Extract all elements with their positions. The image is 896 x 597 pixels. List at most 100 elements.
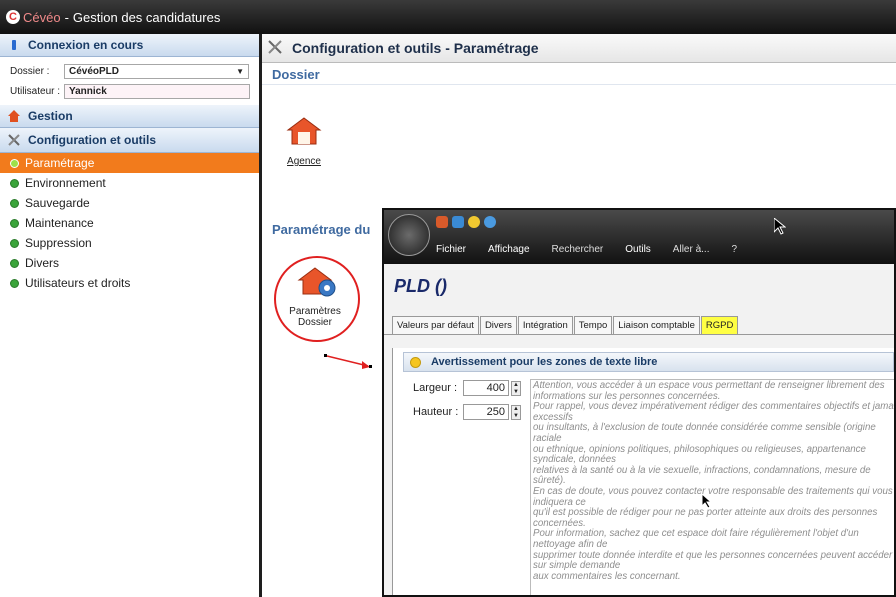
dossier-section-title: Dossier — [262, 63, 896, 85]
app-name: Cévéo — [23, 9, 61, 25]
pld-title: PLD () — [394, 276, 447, 296]
sidebar-item-1[interactable]: Environnement — [0, 173, 259, 193]
bullet-icon — [10, 258, 19, 268]
sidebar-item-5[interactable]: Divers — [0, 253, 259, 273]
connexion-header-label: Connexion en cours — [28, 38, 144, 52]
text-line: Pour rappel, vous devez impérativement r… — [533, 401, 896, 413]
warning-header-label: Avertissement pour les zones de texte li… — [431, 356, 658, 368]
utilisateur-label: Utilisateur : — [10, 85, 61, 97]
bullet-icon — [10, 238, 19, 248]
tab-3[interactable]: Tempo — [573, 316, 613, 334]
agence-label: Agence — [287, 156, 321, 167]
hauteur-input[interactable]: 250 — [463, 404, 509, 420]
sidebar: Connexion en cours Dossier : CévéoPLD ▼ … — [0, 34, 262, 597]
sidebar-item-2[interactable]: Sauvegarde — [0, 193, 259, 213]
largeur-spinner[interactable]: ▲ ▼ — [511, 380, 521, 396]
popup-body: PLD () Valeurs par défaut Divers Intégrati… — [384, 264, 894, 595]
sidebar-item-label: Suppression — [25, 236, 92, 250]
text-line: ou insultants, à l'exclusion de toute do… — [533, 422, 876, 434]
bullet-icon — [10, 178, 19, 188]
dossier-label: Dossier : — [10, 65, 50, 77]
hauteur-row: Hauteur : 250 ▲ ▼ — [413, 404, 521, 420]
tab-2[interactable]: Intégration — [517, 316, 573, 334]
chevron-down-icon: ▼ — [236, 66, 244, 76]
bullet-icon — [10, 278, 19, 288]
menu-item-1[interactable]: Affichage — [488, 244, 530, 255]
largeur-row: Largeur : 400 ▲ ▼ — [413, 380, 521, 396]
sidebar-item-label: Utilisateurs et droits — [25, 276, 131, 290]
bullet-icon — [10, 218, 19, 228]
param-section-title: Paramétrage du — [272, 222, 371, 237]
text-line: Attention, vous accéder à un espace vous… — [533, 380, 885, 391]
tab-4[interactable]: Liaison comptable — [613, 316, 700, 334]
sidebar-item-0[interactable]: Paramétrage — [0, 153, 259, 173]
text-line: aux commentaires les concernant. — [533, 570, 681, 582]
param-dossier-tile[interactable]: Paramètres Dossier — [282, 266, 348, 328]
config-header[interactable]: Configuration et outils — [0, 128, 259, 153]
menu-item-5[interactable]: ? — [731, 244, 737, 255]
tab-5[interactable]: RGPD — [700, 316, 739, 334]
dossier-row: Dossier : CévéoPLD ▼ — [0, 61, 259, 81]
quick-save-icon[interactable] — [452, 216, 464, 228]
ceveo-logo-icon: C — [6, 10, 20, 24]
app-orb-button[interactable] — [388, 214, 430, 256]
menu-item-0[interactable]: Fichier — [436, 244, 466, 255]
sidebar-item-label: Environnement — [25, 176, 106, 190]
title-separator: - — [64, 9, 69, 25]
tab-bar: Valeurs par défaut Divers Intégration Tempo… — [384, 316, 894, 335]
rgpd-panel: Avertissement pour les zones de texte li… — [392, 348, 894, 595]
quick-home-icon[interactable] — [436, 216, 448, 228]
sidebar-item-label: Divers — [25, 256, 60, 270]
sidebar-item-label: Maintenance — [25, 216, 94, 230]
gestion-header-label: Gestion — [28, 109, 73, 123]
sidebar-item-4[interactable]: Suppression — [0, 233, 259, 253]
largeur-input[interactable]: 400 — [463, 380, 509, 396]
tools-icon — [268, 39, 282, 57]
menu-item-3[interactable]: Outils — [625, 244, 651, 255]
annotation-arrow-icon — [324, 354, 372, 369]
tools-icon — [8, 134, 20, 146]
mouse-cursor-icon — [774, 218, 786, 235]
sidebar-item-3[interactable]: Maintenance — [0, 213, 259, 233]
tab-1[interactable]: Divers — [479, 316, 517, 334]
text-line: qu'il est possible de rédiger pour ne pa… — [533, 507, 878, 519]
window-titlebar: C Cévéo - Gestion des candidatures — [0, 0, 896, 34]
menu-item-2[interactable]: Rechercher — [552, 244, 604, 255]
hauteur-spinner[interactable]: ▲ ▼ — [511, 404, 521, 420]
house-icon — [286, 116, 322, 146]
popup-menubar: Fichier Affichage Rechercher Outils Aller à.… — [436, 244, 737, 255]
page-title: Configuration et outils - Paramétrage — [292, 40, 539, 56]
utilisateur-row: Utilisateur : Yannick — [0, 81, 259, 101]
param-dossier-label-2: Dossier — [298, 317, 332, 328]
text-line: raciale — [533, 432, 562, 444]
bullet-icon — [10, 198, 19, 208]
connexion-header[interactable]: Connexion en cours — [0, 34, 259, 57]
param-dossier-label-1: Paramètres — [289, 306, 341, 317]
largeur-label: Largeur : — [413, 382, 458, 394]
quick-globe-icon[interactable] — [484, 216, 496, 228]
sidebar-item-label: Paramétrage — [25, 156, 95, 170]
popup-ribbon: Fichier Affichage Rechercher Outils Aller à.… — [384, 210, 894, 264]
hauteur-label: Hauteur : — [413, 406, 459, 418]
menu-item-4[interactable]: Aller à... — [673, 244, 710, 255]
gestion-header[interactable]: Gestion — [0, 105, 259, 128]
warning-header: Avertissement pour les zones de texte li… — [403, 352, 894, 372]
sidebar-item-label: Sauvegarde — [25, 196, 90, 210]
text-line: En cas de doute, vous pouvez contacter v… — [533, 485, 893, 497]
main-header: Configuration et outils - Paramétrage — [262, 34, 896, 63]
window-title: Gestion des candidatures — [72, 9, 221, 25]
agence-tile[interactable]: Agence — [284, 116, 324, 167]
tab-0[interactable]: Valeurs par défaut — [392, 316, 479, 334]
utilisateur-field[interactable]: Yannick — [64, 83, 250, 99]
dossier-value: CévéoPLD — [69, 65, 120, 77]
dossier-select[interactable]: CévéoPLD ▼ — [64, 63, 249, 79]
sidebar-item-6[interactable]: Utilisateurs et droits — [0, 273, 259, 293]
text-line: nettoyage afin de — [533, 538, 608, 550]
mouse-cursor-icon — [702, 494, 712, 509]
config-menu: Paramétrage Environnement Sauvegarde Mainte… — [0, 153, 259, 293]
warning-text-area[interactable]: Attention, vous accéder à un espace vous… — [530, 379, 896, 595]
quick-smiley-icon[interactable] — [468, 216, 480, 228]
quick-access-toolbar — [436, 216, 496, 228]
config-header-label: Configuration et outils — [28, 133, 156, 147]
info-icon — [8, 39, 20, 51]
